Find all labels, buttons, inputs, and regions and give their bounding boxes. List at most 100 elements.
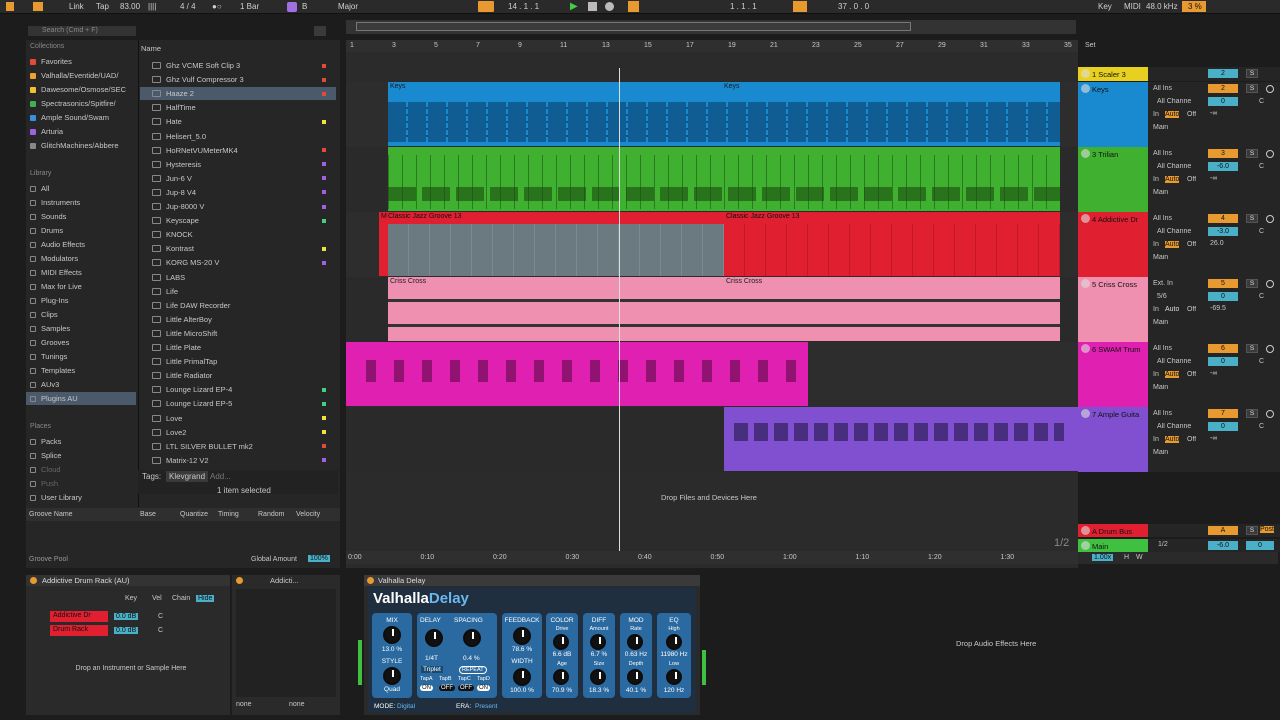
solo-button[interactable]: S: [1246, 69, 1258, 78]
library-item[interactable]: Max for Live: [26, 280, 136, 293]
drums-lane[interactable]: M Classic Jazz Groove 13 Classic Jazz Gr…: [346, 212, 1078, 277]
metronome-icon[interactable]: ||||: [148, 2, 156, 11]
track-volume[interactable]: 0: [1208, 357, 1238, 366]
track-activator[interactable]: 2: [1208, 84, 1238, 93]
post-toggle[interactable]: Post: [1260, 526, 1275, 533]
plugin-list-item[interactable]: LABS: [140, 271, 336, 284]
collection-item[interactable]: Ample Sound/Swam: [30, 111, 109, 124]
track-activator[interactable]: 4: [1208, 214, 1238, 223]
midi-map-button[interactable]: MIDI: [1124, 2, 1141, 11]
input-type-select[interactable]: All Ins: [1153, 85, 1172, 92]
era-select[interactable]: Present: [475, 703, 497, 710]
criss-cross-clip-2[interactable]: Criss Cross: [724, 277, 1060, 341]
groove-column-header[interactable]: Timing: [218, 511, 239, 518]
places-item[interactable]: Packs: [30, 435, 61, 448]
arm-icon[interactable]: [1266, 85, 1274, 93]
plugin-list-item[interactable]: Little Plate: [140, 341, 336, 354]
input-type-select[interactable]: All Ins: [1153, 410, 1172, 417]
groove-clip-2[interactable]: Classic Jazz Groove 13: [724, 212, 1060, 276]
groove-column-header[interactable]: Groove Name: [29, 511, 73, 518]
plugin-list-item[interactable]: KNOCK: [140, 228, 336, 241]
plugin-list-item[interactable]: Little PrimalTap: [140, 355, 336, 368]
solo-button[interactable]: S: [1246, 409, 1258, 418]
output-select[interactable]: Main: [1153, 319, 1168, 326]
plugin-list-item[interactable]: HalfTime: [140, 101, 336, 114]
track-fold-icon[interactable]: [1081, 279, 1090, 288]
plugin-list-item[interactable]: Little MicroShift: [140, 327, 336, 340]
plugin-list-item[interactable]: HoRNetVUMeterMK4: [140, 144, 336, 157]
track-fold-icon[interactable]: [1081, 84, 1090, 93]
plugin-list-item[interactable]: Hate: [140, 115, 336, 128]
chain-toggle[interactable]: Chain: [172, 595, 190, 602]
tempo-field[interactable]: 83.00: [120, 2, 140, 11]
key-map-button[interactable]: Key: [1098, 2, 1112, 11]
time-signature[interactable]: 4 / 4: [180, 2, 196, 11]
repeat-button[interactable]: REPEAT: [459, 666, 487, 674]
plugin-list-item[interactable]: Kontrast: [140, 242, 336, 255]
input-channel-select[interactable]: All Channe: [1157, 358, 1191, 365]
key-toggle[interactable]: Key: [125, 595, 137, 602]
places-item[interactable]: User Library: [30, 491, 82, 504]
chain-1-pan[interactable]: C: [158, 613, 163, 620]
loop-length[interactable]: 37 . 0 . 0: [838, 2, 869, 11]
monitor-off[interactable]: Off: [1187, 241, 1196, 248]
track-activator[interactable]: 7: [1208, 409, 1238, 418]
library-item[interactable]: Grooves: [26, 336, 136, 349]
plugin-list-item[interactable]: Hysteresis: [140, 158, 336, 171]
track-send[interactable]: -∞: [1210, 370, 1217, 377]
plugin-list-item[interactable]: Keyscape: [140, 214, 336, 227]
width-knob[interactable]: [513, 668, 531, 686]
height-button[interactable]: H: [1124, 554, 1129, 561]
loop-start[interactable]: 1 . 1 . 1: [730, 2, 757, 11]
browser-search[interactable]: Search (Cmd + F): [28, 26, 136, 36]
device-xy-pad[interactable]: [236, 589, 336, 697]
solo-button[interactable]: S: [1246, 344, 1258, 353]
plugin-list-item[interactable]: Life DAW Recorder: [140, 299, 336, 312]
monitor-auto[interactable]: Auto: [1165, 241, 1180, 248]
monitor-off[interactable]: Off: [1187, 306, 1196, 313]
plugin-list-item[interactable]: Haaze 2: [140, 87, 336, 101]
device-power-icon[interactable]: [236, 577, 243, 584]
stop-icon[interactable]: [588, 2, 597, 11]
track-volume[interactable]: -3.0: [1208, 227, 1238, 236]
record-icon[interactable]: [605, 2, 614, 11]
mix-knob[interactable]: [383, 626, 401, 644]
main-volume[interactable]: -6.0: [1208, 541, 1238, 550]
plugin-list-item[interactable]: Lounge Lizard EP-4: [140, 383, 336, 396]
library-item[interactable]: MIDI Effects: [26, 266, 136, 279]
solo-button[interactable]: S: [1246, 279, 1258, 288]
track-send[interactable]: -∞: [1210, 435, 1217, 442]
track-pan[interactable]: C: [1259, 163, 1264, 170]
track-fold-icon[interactable]: [1081, 149, 1090, 158]
solo-button[interactable]: S: [1246, 149, 1258, 158]
tap-toggle[interactable]: OFF: [458, 685, 474, 691]
track-activator[interactable]: 6: [1208, 344, 1238, 353]
eq-low-knob[interactable]: [666, 669, 682, 685]
track-pan[interactable]: C: [1259, 423, 1264, 430]
key-select[interactable]: B: [302, 2, 307, 11]
song-position[interactable]: 14 . 1 . 1: [508, 2, 539, 11]
monitor-off[interactable]: Off: [1187, 436, 1196, 443]
arm-icon[interactable]: [1266, 410, 1274, 418]
track-send[interactable]: -∞: [1210, 110, 1217, 117]
track-volume[interactable]: 0: [1208, 292, 1238, 301]
plugin-list-item[interactable]: Lounge Lizard EP-5: [140, 397, 336, 410]
track-send[interactable]: 26.0: [1210, 240, 1224, 247]
overview-window[interactable]: [356, 22, 911, 31]
library-item[interactable]: AUv3: [26, 378, 136, 391]
plugin-list-item[interactable]: Jup-8000 V: [140, 200, 336, 213]
monitor-in[interactable]: In: [1153, 371, 1159, 378]
groove-column-header[interactable]: Velocity: [296, 511, 320, 518]
plugin-list-item[interactable]: Little AlterBoy: [140, 313, 336, 326]
zoom-value[interactable]: 1.00x: [1092, 554, 1114, 561]
solo-button[interactable]: S: [1246, 526, 1258, 535]
track-pan[interactable]: C: [1259, 228, 1264, 235]
track-volume[interactable]: 0: [1208, 422, 1238, 431]
plugin-list-item[interactable]: Life: [140, 285, 336, 298]
trilian-lane[interactable]: [346, 147, 1078, 212]
width-button[interactable]: W: [1136, 554, 1143, 561]
track-activator[interactable]: 2: [1208, 69, 1238, 78]
macro-select-1[interactable]: none: [236, 701, 252, 708]
hide-toggle[interactable]: Hide: [196, 595, 215, 602]
groove-column-header[interactable]: Random: [258, 511, 284, 518]
